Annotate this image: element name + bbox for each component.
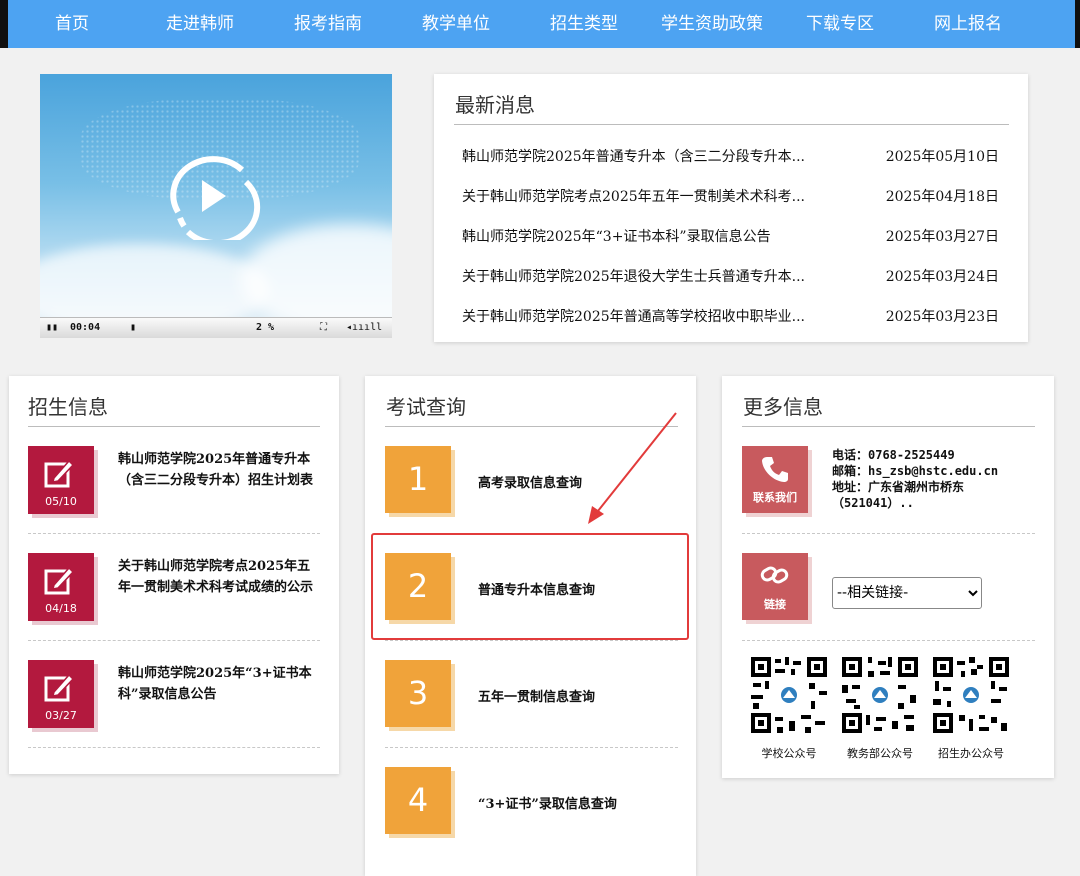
admissions-link[interactable]: 韩山师范学院2025年普通专升本（含三二分段专升本）招生计划表 — [118, 449, 318, 491]
highlight-box — [371, 533, 689, 640]
seek-handle-icon[interactable]: ▮ — [130, 322, 136, 333]
admissions-link[interactable]: 关于韩山师范学院考点2025年五年一贯制美术术科考试成绩的公示 — [118, 556, 318, 598]
video-player[interactable]: ▮▮ 00:04 ▮ 2 % ⛶ ◂ıııll — [40, 74, 392, 338]
news-item-title[interactable]: 关于韩山师范学院2025年普通高等学校招收中职毕业... — [462, 306, 805, 326]
news-item-date: 2025年03月27日 — [885, 229, 999, 245]
link-button[interactable]: 链接 — [742, 553, 808, 620]
fullscreen-icon[interactable]: ⛶ — [320, 322, 327, 333]
contact-us-button[interactable]: 联系我们 — [742, 446, 808, 513]
divider — [385, 747, 678, 748]
divider — [28, 640, 320, 641]
query-link[interactable]: “3+证书”录取信息查询 — [478, 793, 617, 812]
video-time: 00:04 — [70, 322, 101, 333]
nav-financial-aid[interactable]: 学生资助政策 — [648, 9, 776, 34]
nav-departments[interactable]: 教学单位 — [392, 9, 520, 34]
news-item[interactable]: 关于韩山师范学院2025年退役大学生士兵普通专升本... 2025年03月24日 — [462, 266, 1002, 286]
news-item-date: 2025年04月18日 — [885, 189, 999, 205]
news-item-title[interactable]: 韩山师范学院2025年“3+证书本科”录取信息公告 — [462, 226, 771, 246]
nav-online-registration[interactable]: 网上报名 — [904, 9, 1032, 34]
contact-address: 地址：广东省潮州市桥东 — [832, 480, 965, 494]
divider — [28, 426, 320, 427]
more-info-title: 更多信息 — [743, 395, 823, 419]
qr-code-icon — [840, 655, 920, 735]
video-percent: 2 % — [256, 322, 275, 333]
annotation-arrow-icon — [588, 412, 677, 524]
nav-about[interactable]: 走进韩师 — [136, 9, 264, 34]
news-item[interactable]: 关于韩山师范学院2025年普通高等学校招收中职毕业... 2025年03月23日 — [462, 306, 1002, 326]
divider — [742, 640, 1035, 641]
pause-icon[interactable]: ▮▮ — [46, 322, 58, 333]
link-label: 链接 — [764, 598, 786, 611]
news-item-date: 2025年03月23日 — [885, 309, 999, 325]
link-icon — [760, 566, 789, 584]
contact-email: 邮箱：hs_zsb@hstc.edu.cn — [832, 464, 999, 478]
pen-icon — [44, 566, 75, 595]
video-controls: ▮▮ 00:04 ▮ 2 % ⛶ ◂ıııll — [40, 317, 392, 338]
divider — [742, 533, 1035, 534]
admissions-date: 04/18 — [45, 602, 77, 615]
divider — [28, 533, 320, 534]
qr-label: 学校公众号 — [761, 747, 817, 760]
news-item-date: 2025年03月24日 — [885, 269, 999, 285]
contact-postcode: （521041）.. — [832, 496, 914, 510]
nav-downloads[interactable]: 下载专区 — [776, 9, 904, 34]
edit-icon[interactable]: 03/27 — [28, 660, 94, 728]
admissions-title: 招生信息 — [28, 395, 108, 419]
query-number-badge[interactable]: 4 — [385, 767, 451, 834]
qr-label: 教务部公众号 — [847, 747, 913, 760]
edit-icon[interactable]: 05/10 — [28, 446, 94, 514]
divider — [454, 124, 1009, 125]
news-item-title[interactable]: 关于韩山师范学院2025年退役大学生士兵普通专升本... — [462, 266, 805, 286]
nav-admission-types[interactable]: 招生类型 — [520, 9, 648, 34]
contact-us-label: 联系我们 — [753, 491, 797, 504]
pen-icon — [44, 673, 75, 702]
pen-icon — [44, 459, 75, 488]
qr-code-icon — [931, 655, 1011, 735]
qr-code-icon — [749, 655, 829, 735]
contact-details: 电话：0768-2525449 邮箱：hs_zsb@hstc.edu.cn 地址… — [832, 447, 998, 511]
admissions-date: 03/27 — [45, 709, 77, 722]
query-title: 考试查询 — [386, 395, 466, 419]
contact-phone: 电话：0768-2525449 — [832, 448, 955, 462]
news-item[interactable]: 韩山师范学院2025年普通专升本（含三二分段专升本... 2025年05月10日 — [462, 146, 1002, 166]
video-screen[interactable] — [40, 74, 392, 334]
divider — [385, 640, 678, 641]
edit-icon[interactable]: 04/18 — [28, 553, 94, 621]
news-item-title[interactable]: 关于韩山师范学院考点2025年五年一贯制美术术科考... — [462, 186, 805, 206]
query-number-badge[interactable]: 3 — [385, 660, 451, 727]
news-title: 最新消息 — [455, 93, 535, 117]
news-item-title[interactable]: 韩山师范学院2025年普通专升本（含三二分段专升本... — [462, 146, 805, 166]
admissions-date: 05/10 — [45, 495, 77, 508]
admissions-link[interactable]: 韩山师范学院2025年“3+证书本科”录取信息公告 — [118, 663, 318, 705]
volume-icon[interactable]: ◂ıııll — [346, 322, 382, 333]
nav-home[interactable]: 首页 — [8, 9, 136, 34]
news-item[interactable]: 韩山师范学院2025年“3+证书本科”录取信息公告 2025年03月27日 — [462, 226, 1002, 246]
query-link[interactable]: 高考录取信息查询 — [478, 472, 582, 491]
news-item[interactable]: 关于韩山师范学院考点2025年五年一贯制美术术科考... 2025年04月18日 — [462, 186, 1002, 206]
related-links-select[interactable]: --相关链接- — [832, 577, 982, 609]
nav-guide[interactable]: 报考指南 — [264, 9, 392, 34]
play-icon[interactable] — [158, 152, 262, 240]
qr-label: 招生办公众号 — [938, 747, 1004, 760]
divider — [28, 747, 320, 748]
phone-icon — [762, 457, 788, 482]
main-nav: 首页 走进韩师 报考指南 教学单位 招生类型 学生资助政策 下载专区 网上报名 — [8, 0, 1075, 48]
divider — [742, 426, 1035, 427]
query-link[interactable]: 五年一贯制信息查询 — [478, 686, 595, 705]
news-item-date: 2025年05月10日 — [885, 149, 999, 165]
query-number-badge[interactable]: 1 — [385, 446, 451, 513]
